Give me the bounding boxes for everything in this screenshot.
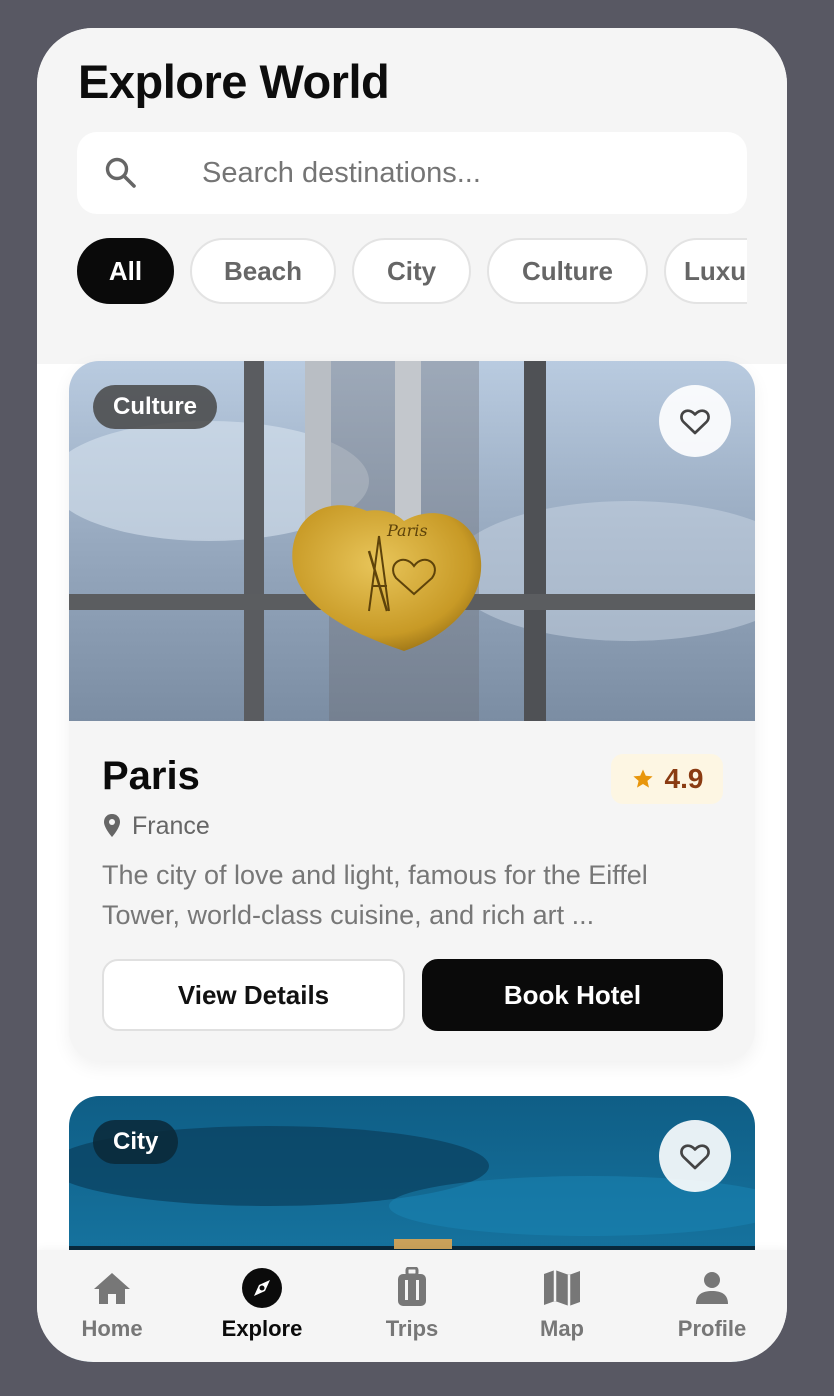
tab-label: Profile (677, 1316, 747, 1341)
heart-icon (680, 1144, 710, 1170)
destination-name: Paris (102, 754, 200, 798)
destination-description: The city of love and light, famous for t… (102, 860, 648, 930)
tab-profile[interactable]: Profile (637, 1250, 787, 1362)
rating-badge: 4.9 (611, 754, 723, 804)
chip-beach[interactable]: Beach (190, 238, 336, 304)
tab-label: Map (540, 1316, 584, 1341)
book-hotel-button[interactable]: Book Hotel (422, 959, 723, 1031)
search-icon (104, 156, 138, 190)
tab-label: Explore (221, 1316, 303, 1341)
heart-icon (680, 409, 710, 435)
category-badge: Culture (93, 385, 217, 429)
star-icon (632, 769, 653, 788)
header-area: Explore World All Beach City Culture Lux… (37, 28, 787, 364)
page-title: Explore World (78, 55, 390, 108)
country-label: France (132, 811, 210, 840)
favorite-button[interactable] (659, 1120, 731, 1192)
destination-card: Paris Culture Paris 4.9 France The city … (69, 361, 755, 1061)
tab-home[interactable]: Home (37, 1250, 187, 1362)
home-icon (90, 1266, 134, 1310)
category-filter: All Beach City Culture Luxury (77, 238, 747, 306)
svg-text:Paris: Paris (386, 521, 428, 540)
category-badge: City (93, 1120, 179, 1164)
tab-explore[interactable]: Explore (187, 1250, 337, 1362)
tab-trips[interactable]: Trips (337, 1250, 487, 1362)
location: France (102, 809, 210, 843)
chip-culture[interactable]: Culture (487, 238, 648, 304)
location-pin-icon (104, 814, 120, 837)
view-details-button[interactable]: View Details (102, 959, 405, 1031)
map-icon (540, 1266, 584, 1310)
chip-city[interactable]: City (352, 238, 471, 304)
chip-luxury[interactable]: Luxury (664, 238, 747, 304)
search-input[interactable] (202, 132, 722, 214)
favorite-button[interactable] (659, 385, 731, 457)
tab-map[interactable]: Map (487, 1250, 637, 1362)
chip-all[interactable]: All (77, 238, 174, 304)
rating-value: 4.9 (664, 763, 704, 794)
person-icon (690, 1266, 734, 1310)
tab-label: Trips (385, 1316, 439, 1341)
bottom-tab-bar: Home Explore Trips Map Profile (37, 1250, 787, 1362)
tab-label: Home (81, 1316, 143, 1341)
compass-icon (240, 1266, 284, 1310)
search-bar[interactable] (77, 132, 747, 214)
phone-screen: Explore World All Beach City Culture Lux… (37, 28, 787, 1362)
suitcase-icon (390, 1266, 434, 1310)
